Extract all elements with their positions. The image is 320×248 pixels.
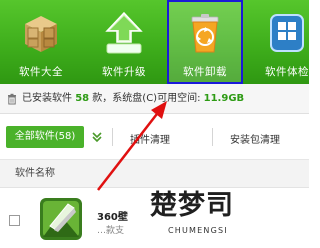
divider — [212, 128, 213, 146]
recycle-bin-icon — [182, 10, 228, 56]
app-name: 360壁 — [97, 212, 128, 223]
software-box-icon — [18, 10, 64, 56]
tab-plugin-cleanup[interactable]: 插件清理 — [130, 131, 170, 146]
system-disk-text: 款，系统盘(C)可用空间: — [92, 93, 201, 104]
installed-prefix: 已安装软件 — [22, 93, 72, 104]
watermark-subtext: CHUMENGSI — [168, 226, 228, 235]
all-software-button[interactable]: 全部软件(58) — [6, 126, 84, 148]
main-toolbar: 软件大全 软件升级 软件卸载 软件体检 — [0, 0, 309, 84]
tab-package-cleanup[interactable]: 安装包清理 — [230, 131, 280, 146]
divider — [112, 128, 113, 146]
free-space-value: 11.9GB — [203, 93, 245, 104]
chevron-down-icon[interactable] — [90, 130, 104, 144]
toolbar-label: 软件大全 — [19, 66, 63, 78]
filter-bar: 全部软件(58) 插件清理 安装包清理 — [0, 114, 309, 160]
toolbar-software-uninstall[interactable]: 软件卸载 — [167, 0, 243, 84]
toolbar-label: 软件升级 — [102, 66, 146, 78]
toolbar-label: 软件卸载 — [183, 66, 227, 78]
upgrade-arrow-icon — [101, 10, 147, 56]
app-360-wallpaper-icon — [40, 198, 82, 240]
toolbar-software-upgrade[interactable]: 软件升级 — [86, 0, 162, 84]
checkup-icon — [264, 10, 310, 56]
column-software-name[interactable]: 软件名称 — [15, 160, 55, 188]
app-description: …款支 — [97, 226, 125, 236]
toolbar-label: 软件体检 — [265, 66, 309, 78]
watermark: 楚梦司 CHUMENGSI — [148, 184, 309, 248]
installed-count: 58 — [75, 93, 90, 104]
install-info-bar: 已安装软件 58 款，系统盘(C)可用空间: 11.9GB — [0, 84, 309, 114]
toolbar-software-all[interactable]: 软件大全 — [4, 0, 78, 84]
trash-icon — [8, 93, 16, 105]
install-info-text: 已安装软件 58 款，系统盘(C)可用空间: 11.9GB — [22, 84, 244, 114]
toolbar-software-checkup[interactable]: 软件体检 — [251, 0, 320, 84]
watermark-text: 楚梦司 — [150, 190, 234, 221]
row-checkbox[interactable] — [9, 215, 20, 226]
